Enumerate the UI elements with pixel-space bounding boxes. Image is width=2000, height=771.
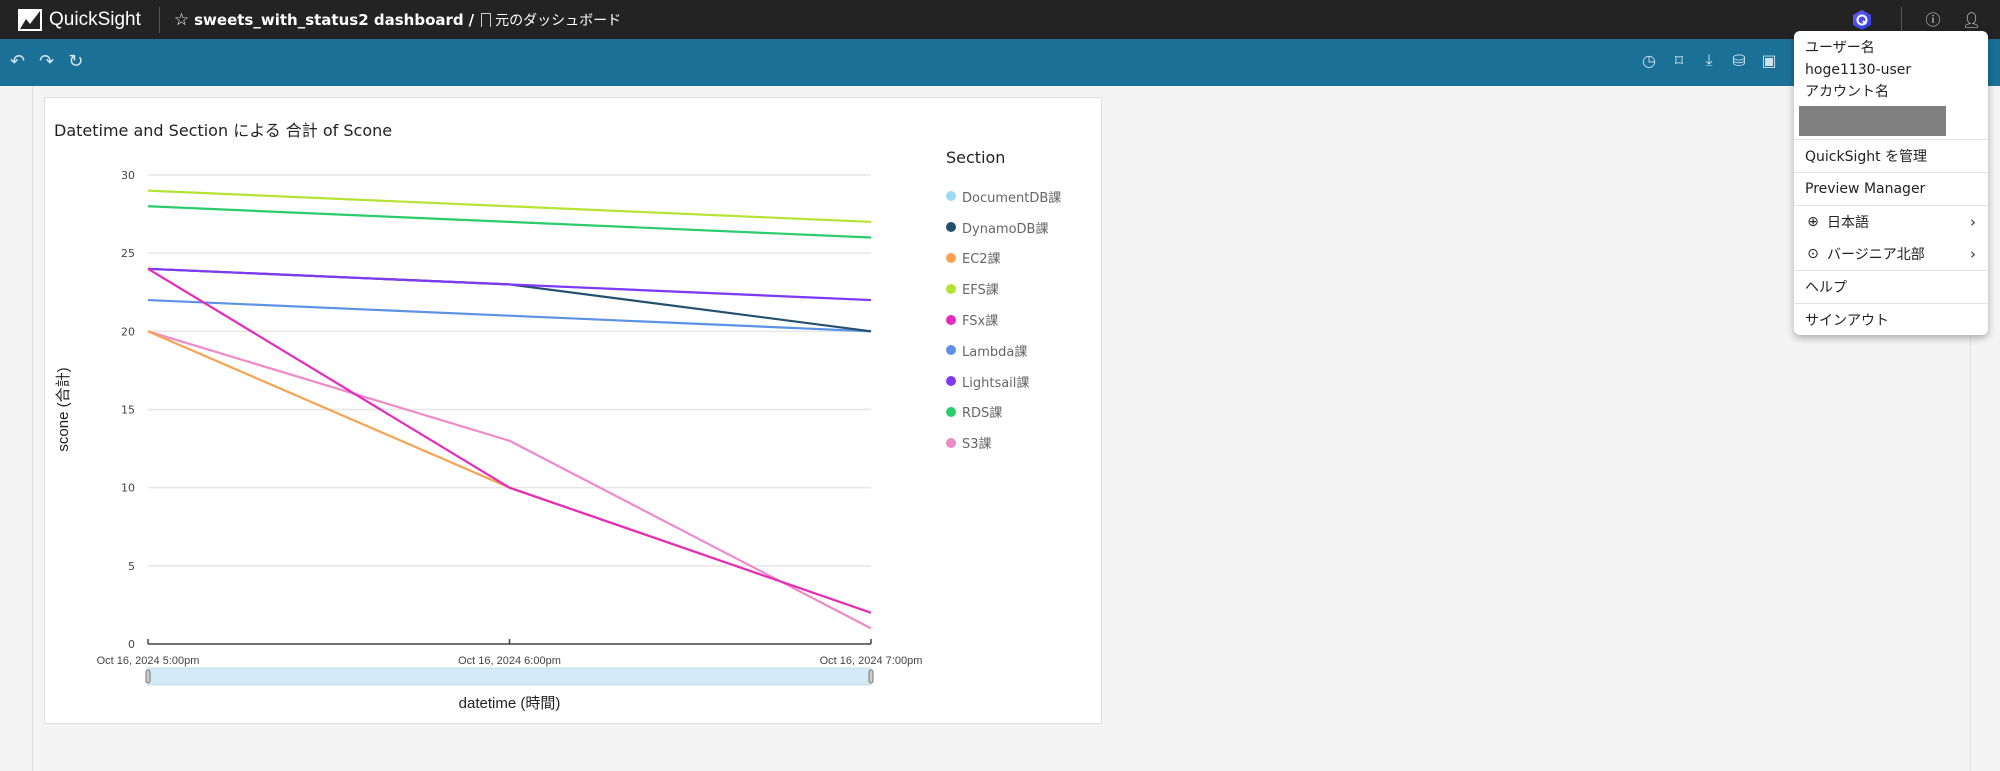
legend-label: EC2課 — [962, 252, 1001, 268]
breadcrumb: ☆ sweets_with_status2 dashboard / 元のダッシュ… — [174, 10, 621, 30]
sheet-left-edge — [32, 86, 33, 771]
globe-icon: ⊕ — [1807, 214, 1819, 230]
legend-label: Lightsail課 — [962, 375, 1030, 391]
export-icon[interactable]: ⤓ — [1700, 50, 1718, 69]
menu-item-preview-manager[interactable]: Preview Manager — [1794, 173, 1988, 205]
menu-item-help[interactable]: ヘルプ — [1794, 271, 1988, 303]
line-chart-visual[interactable]: Datetime and Section による 合計 of Scone 051… — [44, 97, 1102, 724]
chevron-right-icon: › — [1970, 245, 1976, 263]
dataset-icon[interactable]: ⛁ — [1730, 51, 1748, 70]
quicksight-logo[interactable]: QuickSight — [18, 8, 141, 31]
menu-item-label: QuickSight を管理 — [1805, 149, 1928, 165]
legend-item[interactable]: DocumentDB課 — [946, 181, 1061, 212]
menu-item-region[interactable]: ⊙ バージニア北部 › — [1794, 238, 1988, 270]
legend-item[interactable]: EC2課 — [946, 243, 1061, 274]
x-axis-title: datetime (時間) — [459, 695, 561, 712]
y-tick-label: 20 — [121, 325, 135, 338]
menu-item-label: Preview Manager — [1805, 181, 1926, 197]
series-line-Lambda課 — [147, 298, 872, 333]
quicksight-logo-icon — [18, 8, 42, 31]
legend-label: EFS課 — [962, 283, 999, 299]
line-chart: 0 5 10 15 20 25 30 Oct 16, 2024 5:00pm Oct 16, 2… — [55, 169, 923, 712]
menu-item-label: サインアウト — [1805, 313, 1889, 329]
series-line-DynamoDB課 — [147, 267, 872, 333]
bookmark-icon[interactable]: ⌑ — [1670, 51, 1688, 70]
menu-item-sign-out[interactable]: サインアウト — [1794, 304, 1988, 336]
legend-item[interactable]: EFS課 — [946, 273, 1061, 304]
location-icon: ⊙ — [1807, 246, 1819, 262]
x-tick-label: Oct 16, 2024 5:00pm — [97, 655, 200, 667]
series-line-RDS課 — [147, 205, 872, 239]
breadcrumb-separator: / — [468, 10, 475, 29]
top-nav-bar: QuickSight ☆ sweets_with_status2 dashboa… — [0, 0, 2000, 39]
menu-item-label: ヘルプ — [1805, 280, 1847, 296]
redo-icon[interactable]: ↷ — [39, 51, 54, 72]
username: hoge1130-user — [1805, 62, 1912, 78]
legend-label: DocumentDB課 — [962, 190, 1062, 206]
legend-swatch — [946, 222, 956, 233]
range-handle-right — [868, 669, 874, 684]
legend-swatch — [946, 314, 956, 325]
legend-item[interactable]: Lambda課 — [946, 335, 1061, 366]
divider — [1901, 6, 1902, 33]
undo-icon[interactable]: ↶ — [10, 51, 25, 72]
legend-label: FSx課 — [962, 314, 999, 330]
x-range-slider — [147, 667, 872, 686]
account-label: アカウント名 — [1805, 84, 1889, 100]
user-menu: ユーザー名 hoge1130-user アカウント名 QuickSight を管… — [1794, 31, 1988, 335]
series-line-EC2課 — [147, 330, 872, 614]
user-icon[interactable]: 👤︎ — [1962, 11, 1981, 29]
bookmark-icon — [481, 12, 492, 27]
legend-title: Section — [946, 148, 1006, 167]
menu-item-manage-quicksight[interactable]: QuickSight を管理 — [1794, 140, 1988, 172]
schedule-icon[interactable]: ◷ — [1640, 51, 1658, 70]
legend-swatch — [946, 406, 956, 417]
reset-icon[interactable]: ↻ — [68, 51, 83, 72]
y-tick-label: 25 — [121, 247, 135, 260]
legend-item[interactable]: RDS課 — [946, 397, 1061, 428]
y-tick-label: 10 — [121, 482, 135, 495]
menu-item-language[interactable]: ⊕ 日本語 › — [1794, 206, 1988, 238]
legend-swatch — [946, 437, 956, 448]
dashboard-toolbar: ↶ ↷ ↻ ◷ ⌑ ⤓ ⛁ ▣ ∞ — [0, 39, 2000, 86]
legend-item[interactable]: Lightsail課 — [946, 366, 1061, 397]
y-tick-label: 15 — [121, 404, 135, 417]
chart-legend: Section DocumentDB課 DynamoDB課 EC2課 EFS課 FSx課… — [946, 148, 1061, 458]
dashboard-name[interactable]: sweets_with_status2 dashboard — [194, 11, 464, 29]
divider — [158, 6, 160, 33]
legend-label: RDS課 — [962, 406, 1003, 422]
help-icon[interactable]: ⓘ — [1924, 9, 1942, 30]
series-line-EFS課 — [147, 189, 872, 223]
sheet-name[interactable]: 元のダッシュボード — [495, 10, 621, 30]
x-tick-label: Oct 16, 2024 6:00pm — [458, 655, 561, 667]
menu-item-label: バージニア北部 — [1827, 247, 1925, 263]
legend-item[interactable]: DynamoDB課 — [946, 212, 1061, 243]
save-icon[interactable]: ▣ — [1760, 51, 1778, 70]
range-handle-left — [145, 669, 151, 684]
account-name-redacted — [1799, 106, 1946, 136]
legend-swatch — [946, 376, 956, 387]
legend-item[interactable]: FSx課 — [946, 304, 1061, 335]
chevron-right-icon: › — [1970, 213, 1976, 231]
q-assistant-icon[interactable] — [1851, 9, 1873, 31]
menu-item-label: 日本語 — [1827, 215, 1869, 231]
legend-swatch — [946, 345, 956, 356]
app-name: QuickSight — [49, 8, 141, 30]
x-tick-label: Oct 16, 2024 7:00pm — [820, 655, 923, 667]
y-tick-label: 0 — [128, 638, 135, 651]
legend-item[interactable]: S3課 — [946, 427, 1061, 458]
y-axis-title: scone (合計) — [55, 367, 72, 451]
series-line-S3課 — [147, 330, 872, 630]
legend-label: DynamoDB課 — [962, 221, 1049, 237]
y-tick-label: 30 — [121, 169, 135, 182]
series-line-Lightsail課 — [147, 267, 872, 302]
legend-swatch — [946, 252, 956, 263]
username-label: ユーザー名 — [1805, 40, 1875, 56]
y-tick-label: 5 — [128, 560, 135, 573]
favorite-star-icon[interactable]: ☆ — [174, 10, 189, 30]
legend-label: Lambda課 — [962, 344, 1028, 360]
legend-swatch — [946, 283, 956, 294]
legend-swatch — [946, 191, 956, 202]
legend-label: S3課 — [962, 437, 992, 453]
